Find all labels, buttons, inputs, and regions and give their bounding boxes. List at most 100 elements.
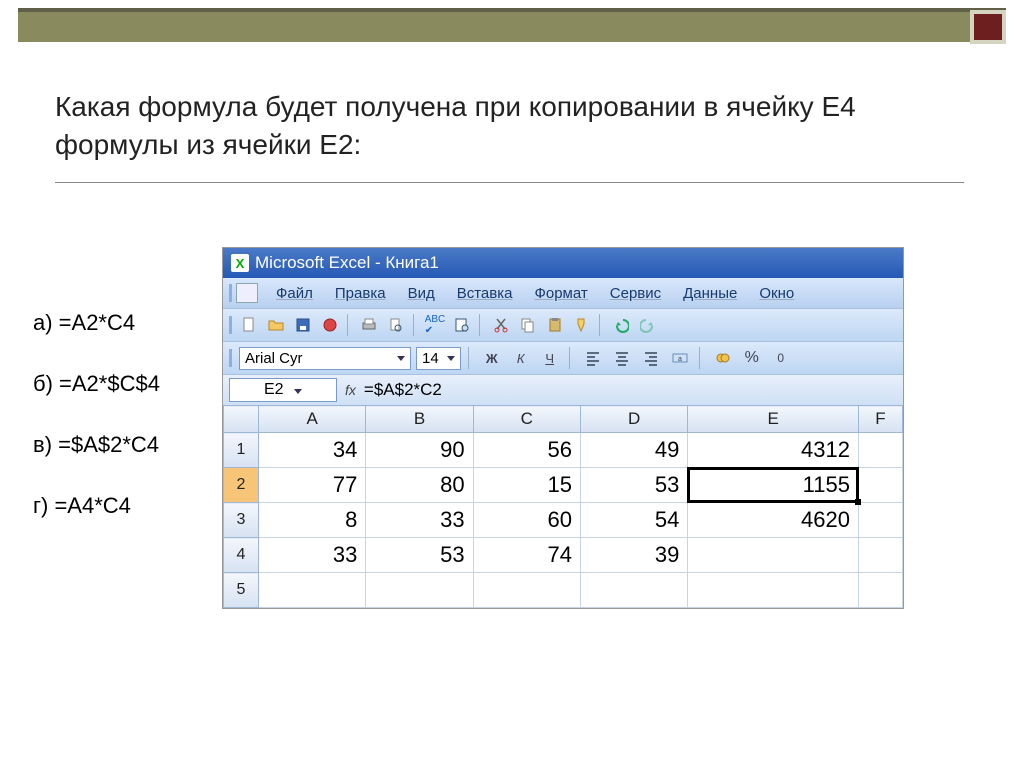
grip-icon	[229, 349, 232, 367]
cell[interactable]: 54	[580, 503, 687, 538]
cell[interactable]: 53	[366, 538, 473, 573]
cell[interactable]	[858, 503, 902, 538]
format-painter-icon[interactable]	[570, 313, 594, 337]
cell[interactable]	[688, 538, 859, 573]
cut-icon[interactable]	[489, 313, 513, 337]
standard-toolbar[interactable]: ABC✔	[223, 308, 903, 341]
menu-file[interactable]: Файл	[276, 285, 313, 302]
cell[interactable]: 90	[366, 433, 473, 468]
merge-center-icon[interactable]: a	[668, 346, 692, 370]
answer-a: а) =A2*C4	[33, 310, 160, 336]
cell[interactable]	[259, 573, 366, 608]
cell[interactable]	[473, 573, 580, 608]
menu-insert[interactable]: Вставка	[457, 285, 513, 302]
research-icon[interactable]	[450, 313, 474, 337]
row-5[interactable]: 5	[224, 573, 903, 608]
font-size-combo[interactable]: 14	[416, 347, 461, 370]
menubar[interactable]: Файл Правка Вид Вставка Формат Сервис Да…	[223, 278, 903, 308]
menu-view[interactable]: Вид	[408, 285, 435, 302]
menu-format[interactable]: Формат	[534, 285, 587, 302]
row-4[interactable]: 4 33 53 74 39	[224, 538, 903, 573]
menu-service[interactable]: Сервис	[610, 285, 661, 302]
col-D[interactable]: D	[580, 406, 687, 433]
menu-window[interactable]: Окно	[759, 285, 794, 302]
save-icon[interactable]	[291, 313, 315, 337]
separator	[479, 314, 484, 336]
row-header[interactable]: 5	[224, 573, 259, 608]
formatting-toolbar[interactable]: Arial Cyr 14 Ж К Ч a % 0	[223, 341, 903, 374]
comma-style-icon[interactable]: 0	[769, 346, 793, 370]
titlebar: X Microsoft Excel - Книга1	[223, 248, 903, 278]
cell-active[interactable]: 1155	[688, 468, 859, 503]
redo-icon[interactable]	[636, 313, 660, 337]
align-right-icon[interactable]	[639, 346, 663, 370]
column-headers[interactable]: A B C D E F	[224, 406, 903, 433]
font-name-combo[interactable]: Arial Cyr	[239, 347, 411, 370]
cell[interactable]	[858, 573, 902, 608]
col-E[interactable]: E	[688, 406, 859, 433]
paste-icon[interactable]	[543, 313, 567, 337]
row-2[interactable]: 2 77 80 15 53 1155	[224, 468, 903, 503]
cell[interactable]	[688, 573, 859, 608]
cell[interactable]: 33	[366, 503, 473, 538]
window-title: Microsoft Excel - Книга1	[255, 253, 439, 273]
formula-input[interactable]: =$A$2*C2	[364, 380, 442, 400]
menu-data[interactable]: Данные	[683, 285, 737, 302]
font-name: Arial Cyr	[245, 350, 303, 367]
preview-icon[interactable]	[384, 313, 408, 337]
col-A[interactable]: A	[259, 406, 366, 433]
cell[interactable]: 80	[366, 468, 473, 503]
slide-header-ornament	[970, 10, 1006, 44]
cell[interactable]	[366, 573, 473, 608]
align-left-icon[interactable]	[581, 346, 605, 370]
col-C[interactable]: C	[473, 406, 580, 433]
cell[interactable]: 60	[473, 503, 580, 538]
row-header[interactable]: 3	[224, 503, 259, 538]
cell[interactable]	[858, 538, 902, 573]
name-box[interactable]: E2	[229, 378, 337, 402]
currency-icon[interactable]	[711, 346, 735, 370]
row-header[interactable]: 1	[224, 433, 259, 468]
cell[interactable]	[858, 468, 902, 503]
cell[interactable]	[580, 573, 687, 608]
row-header[interactable]: 4	[224, 538, 259, 573]
cell[interactable]: 34	[259, 433, 366, 468]
row-3[interactable]: 3 8 33 60 54 4620	[224, 503, 903, 538]
cell[interactable]: 33	[259, 538, 366, 573]
spreadsheet-grid[interactable]: A B C D E F 1 34 90 56 49 4312 2 77 80 1…	[223, 405, 903, 608]
permission-icon[interactable]	[318, 313, 342, 337]
new-icon[interactable]	[237, 313, 261, 337]
row-1[interactable]: 1 34 90 56 49 4312	[224, 433, 903, 468]
cell[interactable]	[858, 433, 902, 468]
spellcheck-icon[interactable]: ABC✔	[423, 313, 447, 337]
percent-icon[interactable]: %	[740, 346, 764, 370]
cell[interactable]: 74	[473, 538, 580, 573]
col-F[interactable]: F	[858, 406, 902, 433]
select-all-corner[interactable]	[224, 406, 259, 433]
copy-icon[interactable]	[516, 313, 540, 337]
print-icon[interactable]	[357, 313, 381, 337]
separator	[468, 347, 473, 369]
row-header-selected[interactable]: 2	[224, 468, 259, 503]
cell[interactable]: 56	[473, 433, 580, 468]
separator	[413, 314, 418, 336]
formula-bar[interactable]: E2 fx =$A$2*C2	[223, 374, 903, 405]
cell[interactable]: 4312	[688, 433, 859, 468]
col-B[interactable]: B	[366, 406, 473, 433]
align-center-icon[interactable]	[610, 346, 634, 370]
italic-button[interactable]: К	[509, 346, 533, 370]
cell[interactable]: 8	[259, 503, 366, 538]
bold-button[interactable]: Ж	[480, 346, 504, 370]
underline-button[interactable]: Ч	[538, 346, 562, 370]
cell[interactable]: 53	[580, 468, 687, 503]
open-icon[interactable]	[264, 313, 288, 337]
cell[interactable]: 4620	[688, 503, 859, 538]
cell[interactable]: 39	[580, 538, 687, 573]
workbook-icon[interactable]	[236, 283, 258, 303]
fx-icon[interactable]: fx	[345, 382, 356, 398]
undo-icon[interactable]	[609, 313, 633, 337]
cell[interactable]: 49	[580, 433, 687, 468]
cell[interactable]: 77	[259, 468, 366, 503]
menu-edit[interactable]: Правка	[335, 285, 386, 302]
cell[interactable]: 15	[473, 468, 580, 503]
